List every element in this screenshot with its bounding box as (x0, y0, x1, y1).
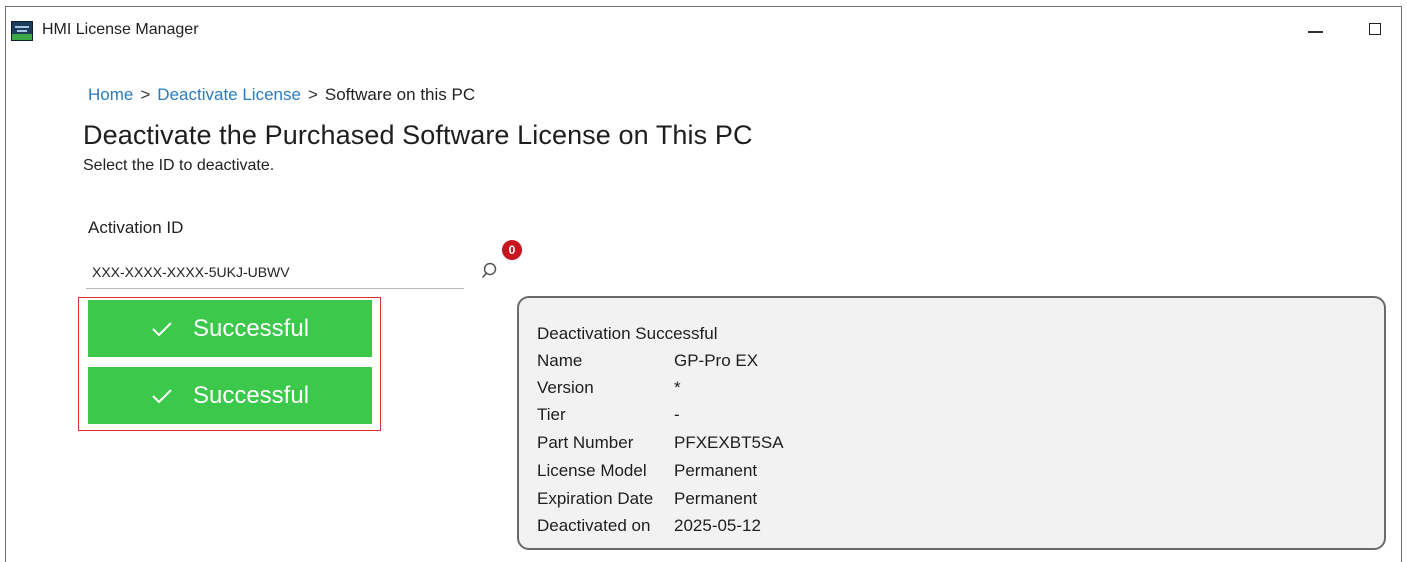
successful-button[interactable]: Successful (88, 300, 372, 357)
activation-id-label: Activation ID (88, 218, 184, 237)
activation-id-input[interactable] (86, 255, 464, 289)
details-key: Version (537, 378, 594, 397)
details-heading: Deactivation Successful (537, 324, 718, 343)
details-row-license-model: License Model Permanent (537, 461, 757, 481)
details-row-deactivated-on: Deactivated on 2025-05-12 (537, 516, 761, 536)
details-value: - (674, 405, 680, 424)
details-key: License Model (537, 461, 647, 480)
breadcrumb: Home > Deactivate License > Software on this… (88, 85, 475, 105)
deactivation-details-card: Deactivation Successful Name GP-Pro EX Ve… (517, 296, 1386, 550)
checkmark-icon (151, 320, 173, 338)
checkmark-icon (151, 387, 173, 405)
details-row-part-number: Part Number PFXEXBT5SA (537, 433, 784, 453)
maximize-icon[interactable] (1362, 17, 1392, 45)
details-key: Tier (537, 405, 566, 424)
app-logo-icon (11, 21, 33, 41)
details-row-tier: Tier - (537, 405, 680, 425)
details-row-name: Name GP-Pro EX (537, 351, 758, 371)
details-value: * (674, 378, 681, 397)
details-value: PFXEXBT5SA (674, 433, 784, 452)
details-key: Name (537, 351, 583, 370)
breadcrumb-deactivate-link[interactable]: Deactivate License (157, 85, 301, 104)
successful-button[interactable]: Successful (88, 367, 372, 424)
details-row-expiration-date: Expiration Date Permanent (537, 489, 757, 509)
breadcrumb-home-link[interactable]: Home (88, 85, 133, 104)
details-row-version: Version * (537, 378, 681, 398)
successful-button-label: Successful (192, 381, 310, 409)
page-title: Deactivate the Purchased Software Licens… (83, 120, 753, 150)
details-key: Part Number (537, 433, 634, 452)
details-key: Expiration Date (537, 489, 654, 508)
minimize-icon[interactable] (1300, 17, 1330, 45)
details-value: Permanent (674, 461, 758, 480)
details-key: Deactivated on (537, 516, 651, 535)
breadcrumb-separator: > (140, 85, 151, 104)
details-value: Permanent (674, 489, 758, 508)
details-value: GP-Pro EX (674, 351, 759, 370)
notification-badge: 0 (502, 240, 522, 260)
successful-button-label: Successful (192, 314, 310, 342)
details-value: 2025-05-12 (674, 516, 761, 535)
search-icon[interactable] (480, 258, 504, 282)
page-subtitle: Select the ID to deactivate. (83, 157, 275, 174)
title-bar: HMI License Manager (6, 7, 1401, 51)
window-title: HMI License Manager (42, 21, 199, 38)
breadcrumb-separator: > (307, 85, 318, 104)
breadcrumb-current: Software on this PC (324, 85, 476, 104)
